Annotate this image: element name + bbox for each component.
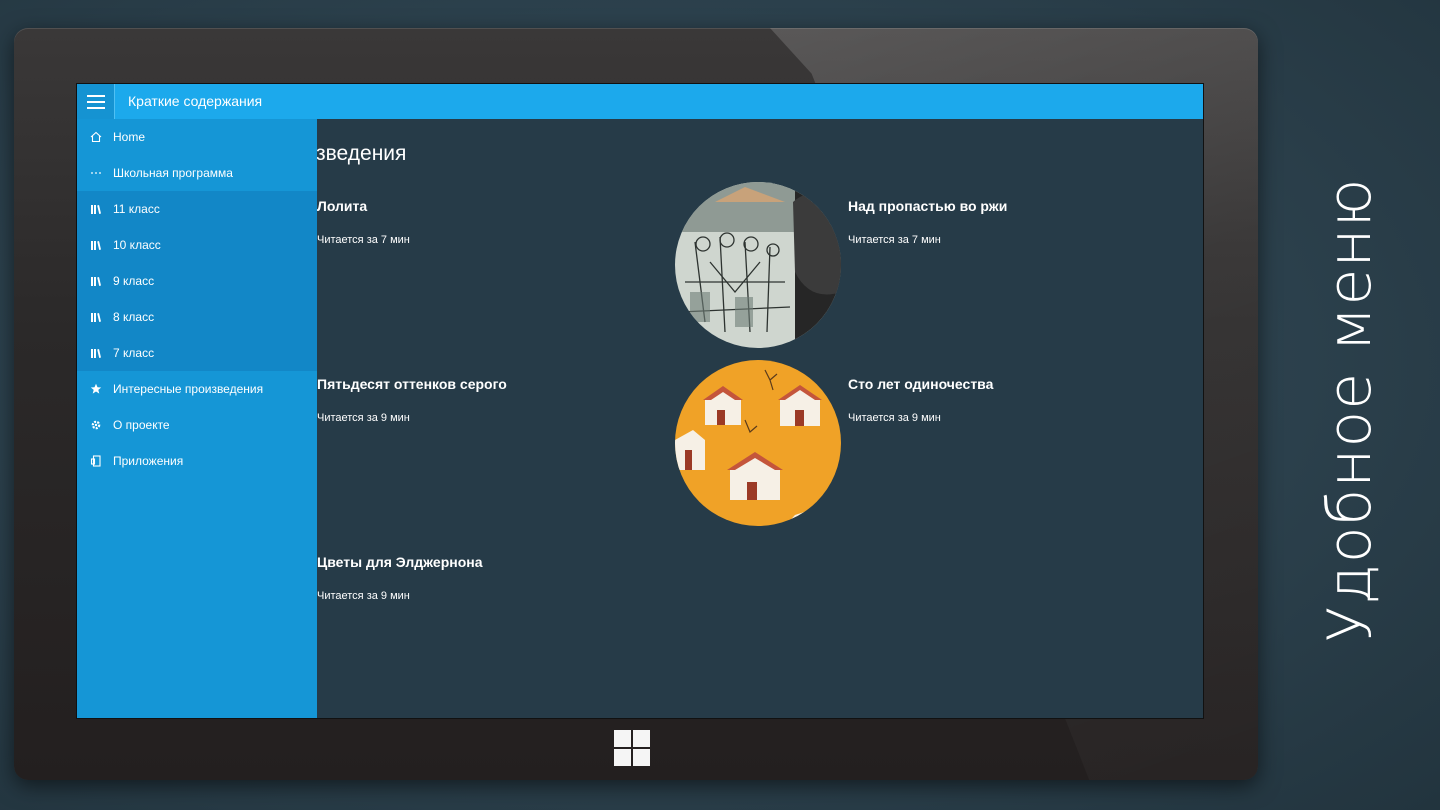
tablet-frame: Краткие содержания Home Школьная програм… (14, 28, 1258, 780)
sidebar-item-grade-11[interactable]: 11 класс (77, 191, 317, 227)
hamburger-menu-icon[interactable] (77, 84, 115, 119)
sidebar-item-label: Home (113, 130, 146, 144)
sidebar-item-label: Приложения (113, 454, 184, 468)
sidebar-item-grade-10[interactable]: 10 класс (77, 227, 317, 263)
book-cover-image[interactable] (675, 182, 841, 348)
sidebar-item-about[interactable]: О проекте (77, 407, 317, 443)
main-content: зведения Лолита Читается за 7 мин Над пр… (317, 119, 1203, 718)
sidebar-item-apps[interactable]: Приложения (77, 443, 317, 479)
book-reading-time: Читается за 7 мин (317, 234, 410, 246)
sidebar-item-label: 11 класс (113, 202, 160, 216)
book-reading-time: Читается за 9 мин (848, 412, 941, 424)
books-icon (89, 274, 103, 288)
books-icon (89, 202, 103, 216)
books-icon (89, 310, 103, 324)
book-reading-time: Читается за 9 мин (317, 590, 410, 602)
book-reading-time: Читается за 7 мин (848, 234, 941, 246)
windows-logo-icon[interactable] (614, 730, 650, 766)
sidebar-item-label: 9 класс (113, 274, 155, 288)
sidebar-item-grade-8[interactable]: 8 класс (77, 299, 317, 335)
home-icon (89, 130, 103, 144)
app-window: Краткие содержания Home Школьная програм… (76, 83, 1204, 719)
book-title[interactable]: Сто лет одиночества (848, 376, 993, 392)
sidebar-item-label: 8 класс (113, 310, 155, 324)
section-title: зведения (317, 142, 407, 165)
sidebar-item-school-program[interactable]: Школьная программа (77, 155, 317, 191)
star-icon (89, 382, 103, 396)
apps-icon (89, 454, 103, 468)
title-bar: Краткие содержания (77, 84, 1203, 119)
promo-caption: Удобное меню (1315, 177, 1385, 643)
book-title[interactable]: Лолита (317, 198, 367, 214)
app-title: Краткие содержания (128, 93, 263, 109)
sidebar-item-grade-7[interactable]: 7 класс (77, 335, 317, 371)
sidebar-item-label: Школьная программа (113, 166, 233, 180)
book-title[interactable]: Над пропастью во ржи (848, 198, 1007, 214)
book-reading-time: Читается за 9 мин (317, 412, 410, 424)
more-icon (89, 166, 103, 180)
book-title[interactable]: Пятьдесят оттенков серого (317, 376, 507, 392)
sidebar-item-grade-9[interactable]: 9 класс (77, 263, 317, 299)
sidebar-item-home[interactable]: Home (77, 119, 317, 155)
sidebar-item-label: 10 класс (113, 238, 161, 252)
books-icon (89, 238, 103, 252)
sidebar-item-interesting-works[interactable]: Интересные произведения (77, 371, 317, 407)
sidebar-item-label: О проекте (113, 418, 170, 432)
sidebar: Home Школьная программа 11 класс 10 клас… (77, 119, 317, 718)
book-title[interactable]: Цветы для Элджернона (317, 554, 483, 570)
sidebar-item-label: 7 класс (113, 346, 155, 360)
book-cover-image[interactable] (675, 360, 841, 526)
books-icon (89, 346, 103, 360)
settings-icon (89, 418, 103, 432)
sidebar-item-label: Интересные произведения (113, 382, 264, 396)
